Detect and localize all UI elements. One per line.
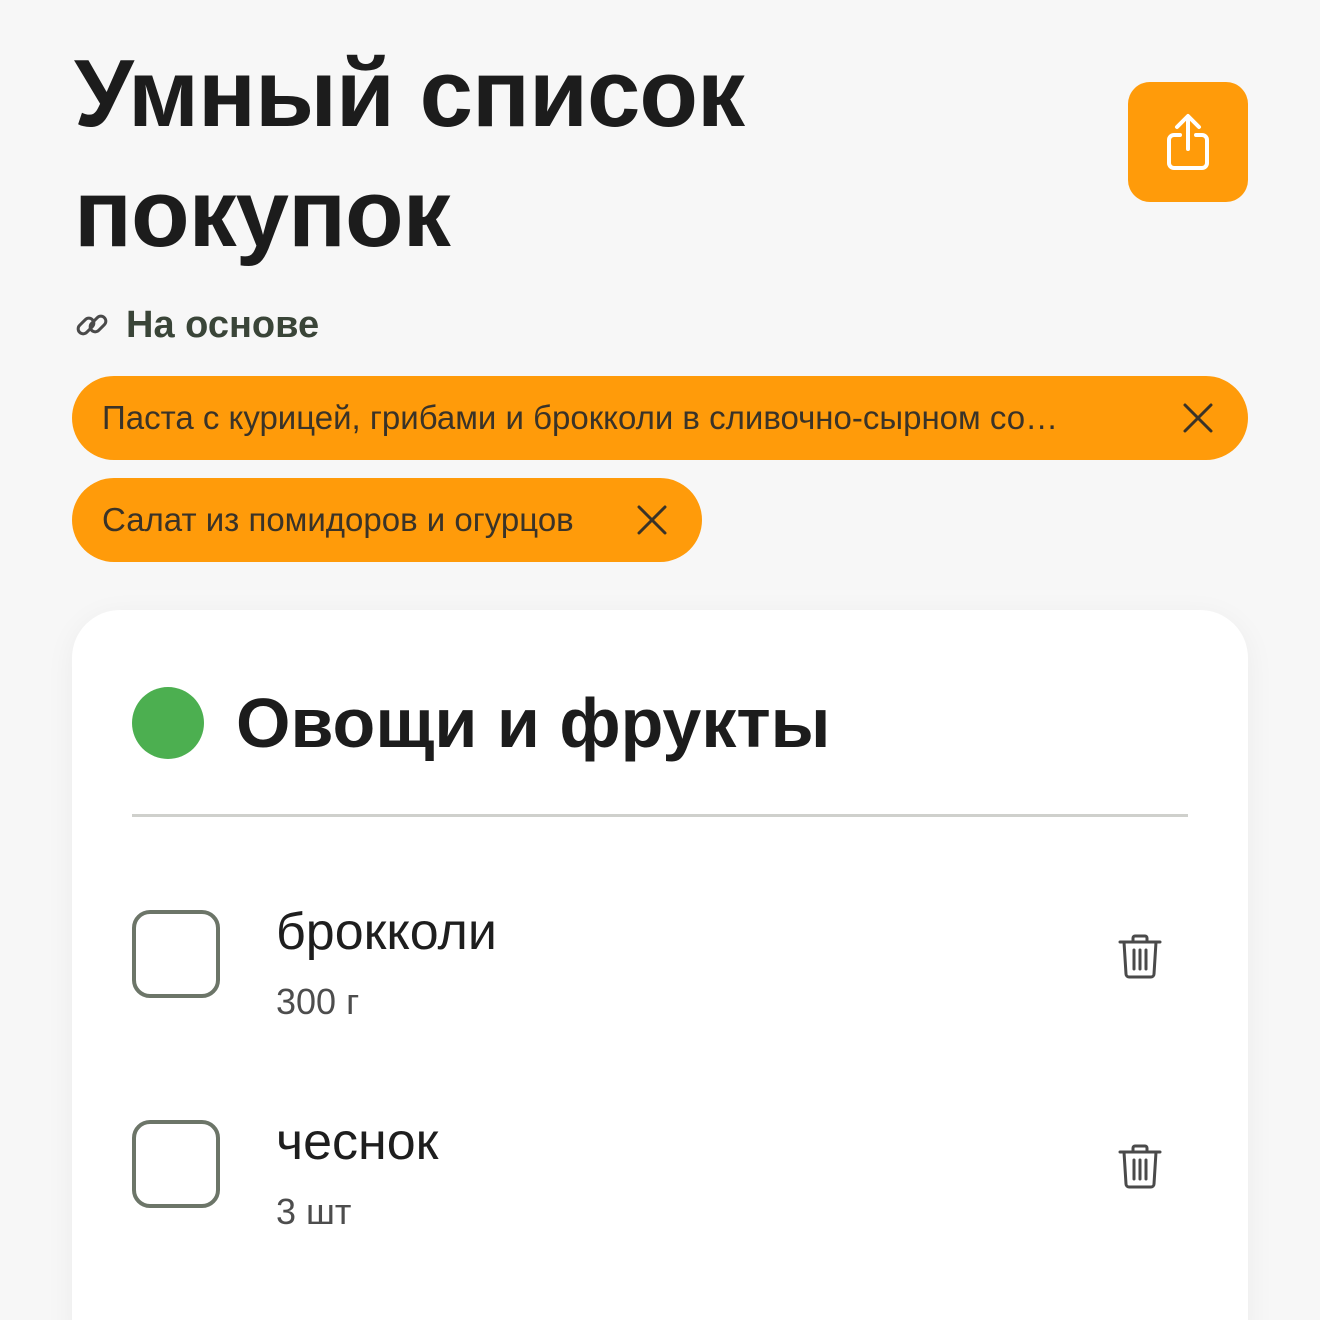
category-card: Овощи и фрукты брокколи 300 г чеснок 3 ш… (72, 610, 1248, 1320)
item-quantity: 3 шт (276, 1191, 352, 1232)
item-quantity: 300 г (276, 981, 360, 1022)
trash-icon[interactable] (1116, 932, 1164, 980)
page-title: Умный список покупок (74, 40, 745, 267)
list-item: чеснок 3 шт (132, 1110, 1188, 1270)
trash-icon[interactable] (1116, 1142, 1164, 1190)
divider (132, 814, 1188, 817)
based-on-section: На основе (74, 300, 319, 350)
close-icon[interactable] (1178, 398, 1218, 438)
recipe-chip[interactable]: Салат из помидоров и огурцов (72, 478, 702, 562)
category-title: Овощи и фрукты (236, 684, 831, 762)
based-on-label: На основе (126, 303, 320, 346)
share-button[interactable] (1128, 82, 1248, 202)
recipe-chip-label: Паста с курицей, грибами и брокколи в сл… (102, 399, 1059, 436)
share-icon (1167, 114, 1209, 170)
link-icon (76, 314, 108, 336)
item-checkbox[interactable] (132, 910, 220, 998)
shopping-list-screen: Умный список покупок На основе Паста с к… (0, 0, 1320, 1320)
category-header: Овощи и фрукты (132, 678, 830, 768)
category-color-dot (132, 687, 204, 759)
item-name: чеснок (276, 1113, 439, 1171)
item-checkbox[interactable] (132, 1120, 220, 1208)
recipe-chip-label: Салат из помидоров и огурцов (102, 501, 574, 538)
list-item: брокколи 300 г (132, 900, 1188, 1060)
recipe-chip[interactable]: Паста с курицей, грибами и брокколи в сл… (72, 376, 1248, 460)
close-icon[interactable] (632, 500, 672, 540)
item-name: брокколи (276, 903, 497, 961)
